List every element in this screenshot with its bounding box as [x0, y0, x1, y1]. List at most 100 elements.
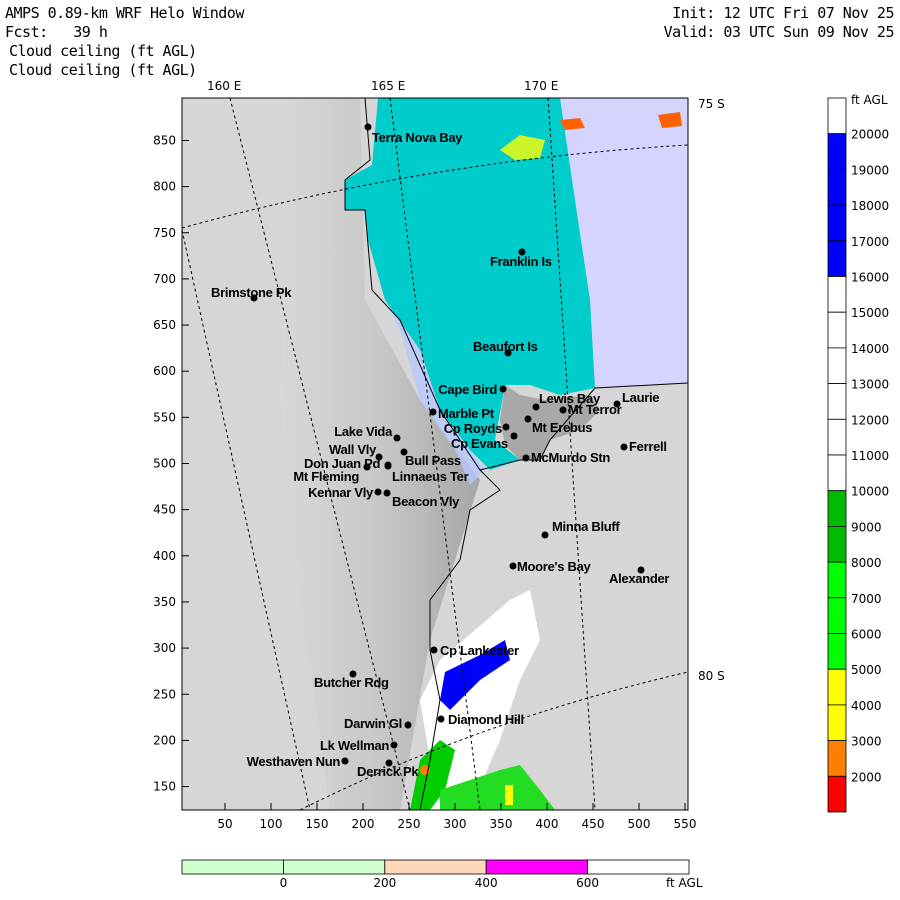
y-tick-label: 200	[153, 733, 176, 747]
low-colorbar-label: 400	[475, 876, 498, 890]
colorbar-segment	[827, 276, 847, 313]
station-label: Beaufort Is	[473, 339, 538, 354]
station-label: Butcher Rdg	[314, 675, 389, 690]
low-colorbar-unit: ft AGL	[666, 876, 703, 890]
x-tick-label: 100	[260, 817, 283, 831]
station-marker	[620, 443, 628, 451]
colorbar-segment	[827, 526, 847, 563]
station-label: Derrick Pk	[357, 764, 419, 779]
colorbar-label: 16000	[851, 271, 889, 285]
colorbar-label: 10000	[851, 485, 889, 499]
station-label: Diamond Hill	[448, 712, 524, 727]
station-marker	[404, 721, 412, 729]
colorbar-label: 18000	[851, 199, 889, 213]
colorbar-label: 15000	[851, 306, 889, 320]
y-axis: 850 800 750 700 650 600 550 500 450 400 350 300 250 2…	[153, 133, 189, 794]
station-label: Bull Pass	[405, 453, 461, 468]
colorbar-segment	[827, 704, 847, 742]
colorbar-unit: ft AGL	[851, 93, 888, 107]
station-label: Ferrell	[629, 439, 667, 454]
colorbar-label: 4000	[851, 699, 882, 713]
station-label: Terra Nova Bay	[372, 130, 463, 145]
colorbar-segment	[827, 775, 847, 813]
lon-label-160: 160 E	[207, 79, 241, 93]
station-marker	[383, 489, 391, 497]
station-marker	[522, 454, 530, 462]
station-label: Cp Evans	[451, 436, 508, 451]
y-tick-label: 850	[153, 133, 176, 147]
low-colorbar-label: 600	[576, 876, 599, 890]
colorbar-label: 19000	[851, 163, 889, 177]
forecast-hour: Fcst: 39 h	[5, 23, 108, 41]
station-label: Darwin Gl	[344, 716, 402, 731]
x-tick-label: 350	[490, 817, 513, 831]
station-label: Lk Wellman	[320, 738, 389, 753]
station-marker	[437, 715, 445, 723]
x-tick-label: 550	[674, 817, 697, 831]
x-tick-label: 50	[217, 817, 232, 831]
colorbar-segment	[827, 97, 847, 135]
lon-label-170: 170 E	[524, 79, 558, 93]
y-tick-label: 300	[153, 641, 176, 655]
x-tick-label: 500	[628, 817, 651, 831]
x-tick-label: 300	[444, 817, 467, 831]
station-label: Wall Vly	[329, 442, 377, 457]
station-label: Minna Bluff	[552, 519, 620, 534]
y-tick-label: 250	[153, 687, 176, 701]
station-marker	[393, 434, 401, 442]
colorbar-segment	[827, 240, 847, 277]
station-label: Cp Lankester	[440, 643, 519, 658]
colorbar-segment	[827, 383, 847, 420]
station-marker	[559, 406, 567, 414]
station-label: McMurdo Stn	[531, 450, 610, 465]
colorbar-label: 17000	[851, 235, 889, 249]
station-label: Franklin Is	[490, 254, 552, 269]
colorbar-label: 13000	[851, 378, 889, 392]
x-tick-label: 250	[398, 817, 421, 831]
low-colorbar-segment	[384, 859, 487, 875]
colorbar-label: 20000	[851, 128, 889, 142]
colorbar-segment	[827, 668, 847, 706]
station-label: Alexander	[609, 571, 669, 586]
colorbar-segment	[827, 168, 847, 206]
low-colorbar-segment	[587, 859, 690, 875]
x-tick-label: 200	[352, 817, 375, 831]
colorbar-segment	[827, 490, 847, 527]
y-tick-label: 750	[153, 226, 176, 240]
station-label: Cape Bird	[438, 382, 497, 397]
colorbar-segment	[827, 311, 847, 349]
low-colorbar-label: 200	[373, 876, 396, 890]
valid-time: Valid: 03 UTC Sun 09 Nov 25	[663, 23, 895, 41]
y-tick-label: 550	[153, 410, 176, 424]
station-label: Beacon Vly	[392, 494, 460, 509]
colorbar-segment	[827, 740, 847, 777]
colorbar-label: 14000	[851, 342, 889, 356]
station-marker	[430, 646, 438, 654]
station-label: Moore's Bay	[517, 559, 592, 574]
map-area: Terra Nova Bay Franklin Is Brimstone Pk Bea…	[182, 98, 688, 810]
x-tick-label: 400	[536, 817, 559, 831]
x-tick-label: 450	[582, 817, 605, 831]
low-ceiling-colorbar: 0 200 400 600	[181, 859, 690, 890]
low-colorbar-label: 0	[280, 876, 288, 890]
station-marker	[613, 400, 621, 408]
station-label: Laurie	[622, 390, 659, 405]
y-tick-label: 350	[153, 595, 176, 609]
lat-label-75s: 75 S	[698, 97, 725, 111]
y-tick-label: 800	[153, 180, 176, 194]
station-marker	[510, 432, 518, 440]
station-label: Westhaven Nun	[247, 754, 341, 769]
station-marker	[364, 123, 372, 131]
colorbar-segment	[827, 133, 847, 170]
station-label: Linnaeus Ter	[392, 469, 469, 484]
init-time: Init: 12 UTC Fri 07 Nov 25	[672, 4, 894, 22]
station-marker	[499, 385, 507, 393]
station-label: Brimstone Pk	[211, 285, 292, 300]
station-label: Mt Erebus	[532, 420, 592, 435]
station-marker	[363, 463, 371, 471]
y-tick-label: 450	[153, 503, 176, 517]
low-colorbar-segment	[485, 859, 589, 875]
map-figure: Terra Nova Bay Franklin Is Brimstone Pk Bea…	[153, 79, 889, 890]
colorbar-segment	[827, 633, 847, 670]
colorbar-label: 2000	[851, 770, 882, 784]
